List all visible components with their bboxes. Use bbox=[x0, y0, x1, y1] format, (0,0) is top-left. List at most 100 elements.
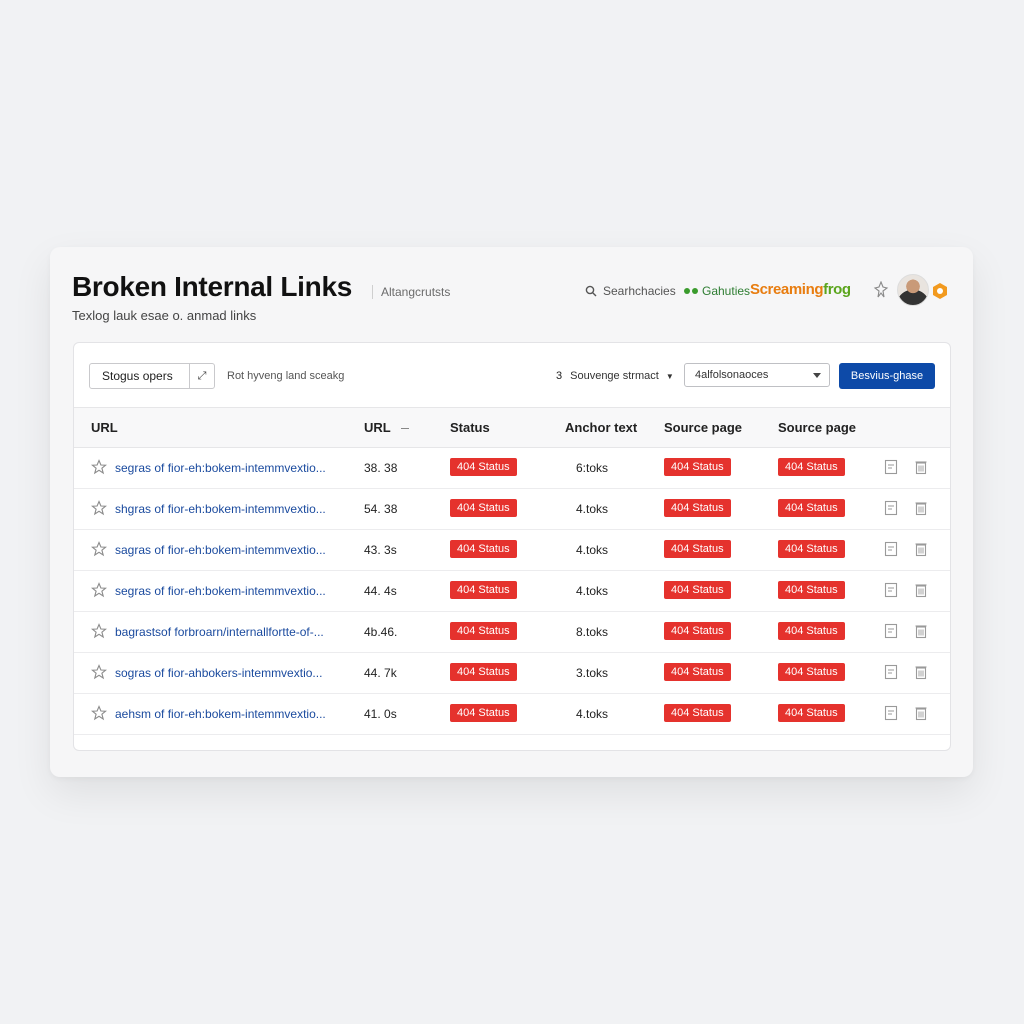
row-value: 54. 38 bbox=[364, 502, 398, 516]
row-value: 44. 7k bbox=[364, 666, 397, 680]
row-url-link[interactable]: sogras of fior-ahbokers-intemmvextio... bbox=[115, 666, 322, 680]
source-status-badge-2: 404 Status bbox=[778, 540, 845, 558]
links-table: URL URL Status Anchor text Source page S… bbox=[74, 407, 950, 735]
source-status-badge: 404 Status bbox=[664, 663, 731, 681]
gauthes-label: Gahuties bbox=[702, 284, 751, 298]
source-status-badge: 404 Status bbox=[664, 704, 731, 722]
trash-icon[interactable] bbox=[914, 582, 928, 598]
options-select[interactable]: 4alfolsonaoces bbox=[684, 363, 830, 387]
col-header-url-2-label: URL bbox=[364, 420, 391, 435]
table-row[interactable]: sogras of fior-ahbokers-intemmvextio... 4… bbox=[74, 653, 950, 694]
source-status-badge: 404 Status bbox=[664, 581, 731, 599]
status-badge: 404 Status bbox=[450, 458, 517, 476]
hex-settings-icon[interactable] bbox=[931, 282, 949, 300]
search-link-label: Searhchacies bbox=[603, 284, 676, 298]
source-status-badge: 404 Status bbox=[664, 499, 731, 517]
row-url-link[interactable]: sagras of fior-eh:bokem-intemmvextio... bbox=[115, 543, 326, 557]
source-status-badge-2: 404 Status bbox=[778, 581, 845, 599]
trash-icon[interactable] bbox=[914, 664, 928, 680]
row-anchor-text: 4.toks bbox=[576, 584, 609, 598]
brand-part-2: frog bbox=[823, 281, 851, 298]
document-icon[interactable] bbox=[884, 459, 898, 475]
row-url-link[interactable]: bagrastsof forbroarn/internallfortte-of-… bbox=[115, 625, 324, 639]
gauthes-link[interactable]: Gahuties bbox=[684, 284, 750, 298]
row-url-link[interactable]: segras of fior-eh:bokem-intemmvextio... bbox=[115, 584, 326, 598]
status-badge: 404 Status bbox=[450, 540, 517, 558]
search-link[interactable]: Searhchacies bbox=[585, 284, 676, 298]
table-row[interactable]: bagrastsof forbroarn/internallfortte-of-… bbox=[74, 612, 950, 653]
trash-icon[interactable] bbox=[914, 459, 928, 475]
avatar[interactable] bbox=[897, 274, 929, 306]
table-row[interactable]: shgras of fior-eh:bokem-intemmvextio... 5… bbox=[74, 489, 950, 530]
source-status-badge-2: 404 Status bbox=[778, 458, 845, 476]
count-value: 3 bbox=[556, 370, 563, 382]
count-dropdown[interactable]: 3 Souvenge strmact ▼ bbox=[556, 370, 674, 382]
star-icon[interactable] bbox=[90, 582, 108, 598]
primary-action-button[interactable]: Besvius-ghase bbox=[839, 363, 935, 389]
trash-icon[interactable] bbox=[914, 623, 928, 639]
title-tag: Altangcrutsts bbox=[372, 285, 450, 299]
expand-icon[interactable]: ⤢ bbox=[189, 364, 214, 388]
row-value: 43. 3s bbox=[364, 543, 397, 557]
status-badge: 404 Status bbox=[450, 499, 517, 517]
trash-icon[interactable] bbox=[914, 500, 928, 516]
document-icon[interactable] bbox=[884, 705, 898, 721]
row-anchor-text: 4.toks bbox=[576, 502, 609, 516]
search-icon bbox=[585, 285, 597, 297]
row-value: 41. 0s bbox=[364, 707, 397, 721]
options-select-value: 4alfolsonaoces bbox=[695, 369, 769, 381]
trash-icon[interactable] bbox=[914, 541, 928, 557]
filter-hint: Rot hyveng land sceakg bbox=[227, 370, 345, 382]
star-icon[interactable] bbox=[90, 705, 108, 721]
col-header-status[interactable]: Status bbox=[450, 420, 490, 435]
star-icon[interactable] bbox=[90, 623, 108, 639]
row-url-link[interactable]: shgras of fior-eh:bokem-intemmvextio... bbox=[115, 502, 326, 516]
star-icon[interactable] bbox=[90, 541, 108, 557]
col-header-url[interactable]: URL bbox=[91, 420, 118, 435]
table-row[interactable]: segras of fior-eh:bokem-intemmvextio... 3… bbox=[74, 448, 950, 489]
status-badge: 404 Status bbox=[450, 663, 517, 681]
star-icon[interactable] bbox=[90, 500, 108, 516]
document-icon[interactable] bbox=[884, 541, 898, 557]
source-status-badge-2: 404 Status bbox=[778, 663, 845, 681]
document-icon[interactable] bbox=[884, 623, 898, 639]
filter-input[interactable]: Stogus opers ⤢ bbox=[89, 363, 215, 389]
document-icon[interactable] bbox=[884, 664, 898, 680]
count-dropdown-label: Souvenge strmact bbox=[570, 370, 659, 382]
broken-links-card: Broken Internal Links Altangcrutsts Texl… bbox=[50, 247, 973, 777]
green-dots-icon bbox=[684, 288, 698, 294]
source-status-badge-2: 404 Status bbox=[778, 499, 845, 517]
brand-logo: Screamingfrog bbox=[750, 281, 851, 298]
caret-down-icon: ▼ bbox=[665, 372, 674, 381]
row-anchor-text: 8.toks bbox=[576, 625, 609, 639]
row-anchor-text: 4.toks bbox=[576, 543, 609, 557]
row-value: 44. 4s bbox=[364, 584, 397, 598]
document-icon[interactable] bbox=[884, 582, 898, 598]
status-badge: 404 Status bbox=[450, 581, 517, 599]
table-row[interactable]: aehsm of fior-eh:bokem-intemmvextio... 41… bbox=[74, 694, 950, 735]
sort-icon bbox=[400, 428, 409, 430]
source-status-badge: 404 Status bbox=[664, 458, 731, 476]
pin-icon[interactable] bbox=[873, 281, 889, 299]
star-icon[interactable] bbox=[90, 459, 108, 475]
table-body: segras of fior-eh:bokem-intemmvextio... 3… bbox=[74, 448, 950, 735]
row-url-link[interactable]: aehsm of fior-eh:bokem-intemmvextio... bbox=[115, 707, 326, 721]
filter-input-value: Stogus opers bbox=[102, 369, 173, 383]
trash-icon[interactable] bbox=[914, 705, 928, 721]
row-value: 38. 38 bbox=[364, 461, 398, 475]
document-icon[interactable] bbox=[884, 500, 898, 516]
row-url-link[interactable]: segras of fior-eh:bokem-intemmvextio... bbox=[115, 461, 326, 475]
col-header-source-page[interactable]: Source page bbox=[664, 420, 742, 435]
brand-part-1: Screaming bbox=[750, 281, 824, 298]
source-status-badge-2: 404 Status bbox=[778, 622, 845, 640]
col-header-anchor-text[interactable]: Anchor text bbox=[565, 420, 637, 435]
page-title: Broken Internal Links bbox=[72, 271, 352, 302]
col-header-source-page-2[interactable]: Source page bbox=[778, 420, 856, 435]
status-badge: 404 Status bbox=[450, 704, 517, 722]
page-subtitle: Texlog lauk esae o. anmad links bbox=[72, 308, 257, 323]
table-row[interactable]: sagras of fior-eh:bokem-intemmvextio... 4… bbox=[74, 530, 950, 571]
col-header-url-2[interactable]: URL bbox=[364, 420, 409, 435]
table-row[interactable]: segras of fior-eh:bokem-intemmvextio... 4… bbox=[74, 571, 950, 612]
row-anchor-text: 6:toks bbox=[576, 461, 609, 475]
star-icon[interactable] bbox=[90, 664, 108, 680]
